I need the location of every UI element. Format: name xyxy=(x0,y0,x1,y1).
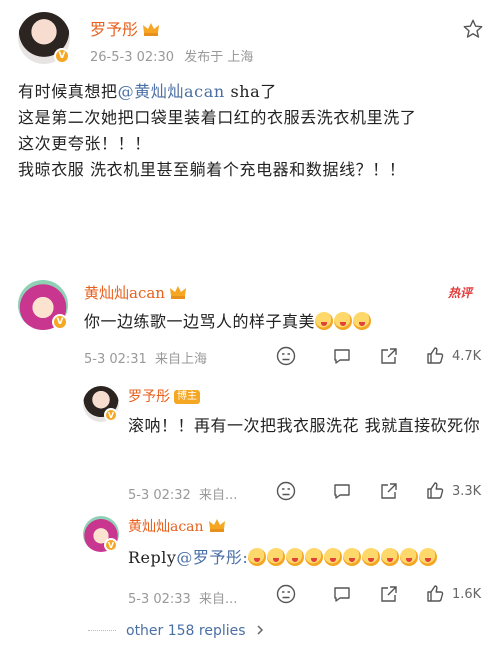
emoji-icon xyxy=(334,312,353,330)
post-body: 有时候真想把@黄灿灿acan sha了 这是第二次她把口袋里装着口红的衣服丢洗衣… xyxy=(18,79,480,183)
hot-comment-label: 热评 xyxy=(448,286,473,300)
dislike-icon[interactable] xyxy=(276,346,296,366)
author-badge: 博主 xyxy=(174,390,200,404)
like-icon[interactable] xyxy=(425,481,445,501)
emoji-row xyxy=(248,548,438,567)
mention-link[interactable]: @罗予彤: xyxy=(176,548,248,567)
emoji-icon xyxy=(267,548,286,566)
crown-icon xyxy=(169,286,186,299)
like-count: 4.7K xyxy=(452,349,482,364)
commenter-name[interactable]: 黄灿灿acan xyxy=(84,282,187,303)
like-count: 3.3K xyxy=(452,484,482,499)
like-count: 1.6K xyxy=(452,587,482,602)
comment-text: 你一边练歌一边骂人的样子真美 xyxy=(84,308,372,335)
post-line: 这次更夸张！！！ xyxy=(18,134,151,153)
emoji-icon xyxy=(286,548,305,566)
share-icon[interactable] xyxy=(379,584,399,604)
crown-icon xyxy=(208,519,225,532)
emoji-icon xyxy=(343,548,362,566)
verified-badge-icon: V xyxy=(52,314,68,330)
star-icon[interactable] xyxy=(462,18,484,40)
mention-link[interactable]: @黄灿灿acan xyxy=(118,82,225,101)
post-meta: 26-5-3 02:30 发布于 上海 xyxy=(90,46,253,65)
more-replies-row[interactable]: other 158 replies xyxy=(88,620,266,640)
emoji-icon xyxy=(305,548,324,566)
chevron-right-icon xyxy=(257,625,263,635)
emoji-icon xyxy=(400,548,419,566)
verified-badge-icon: V xyxy=(104,408,118,422)
like-icon[interactable] xyxy=(425,584,445,604)
emoji-icon xyxy=(248,548,267,566)
like-icon[interactable] xyxy=(425,346,445,366)
post-author-name[interactable]: 罗予彤 xyxy=(90,16,160,40)
emoji-icon xyxy=(419,548,438,566)
reply-meta: 5-3 02:33 来自... xyxy=(128,592,238,607)
emoji-icon xyxy=(353,312,372,330)
emoji-icon xyxy=(315,312,334,330)
reply-text: 滚呐！！再有一次把我衣服洗花 我就直接砍死你 xyxy=(128,416,481,435)
reply-text: Reply@罗予彤: xyxy=(128,544,438,571)
post-line: 这是第二次她把口袋里装着口红的衣服丢洗衣机里洗了 xyxy=(18,108,417,127)
more-replies-link[interactable]: other 158 replies xyxy=(126,623,246,639)
emoji-icon xyxy=(381,548,400,566)
verified-badge-icon: V xyxy=(104,538,118,552)
post-header: V 罗予彤 26-5-3 02:30 发布于 上海 xyxy=(18,12,488,68)
post-time: 26-5-3 02:30 xyxy=(90,50,175,65)
post-line: 我晾衣服 洗衣机里甚至躺着个充电器和数据线？！！ xyxy=(18,160,406,179)
post-location: 发布于 上海 xyxy=(184,50,254,65)
crown-icon xyxy=(143,23,160,36)
dotted-divider xyxy=(88,630,116,631)
dislike-icon[interactable] xyxy=(276,584,296,604)
reply-meta: 5-3 02:32 来自... xyxy=(128,488,238,503)
share-icon[interactable] xyxy=(379,346,399,366)
comment-meta: 5-3 02:31 来自上海 xyxy=(84,352,207,367)
post-line: 有时候真想把@黄灿灿acan sha了 xyxy=(18,82,277,101)
share-icon[interactable] xyxy=(379,481,399,501)
reply-author-name[interactable]: 黄灿灿acan xyxy=(128,516,226,536)
verified-badge-icon: V xyxy=(54,48,70,64)
reply-author-name[interactable]: 罗予彤 博主 xyxy=(128,386,200,406)
comment-icon[interactable] xyxy=(332,481,352,501)
comment-icon[interactable] xyxy=(332,346,352,366)
dislike-icon[interactable] xyxy=(276,481,296,501)
emoji-icon xyxy=(324,548,343,566)
comment-icon[interactable] xyxy=(332,584,352,604)
emoji-icon xyxy=(362,548,381,566)
